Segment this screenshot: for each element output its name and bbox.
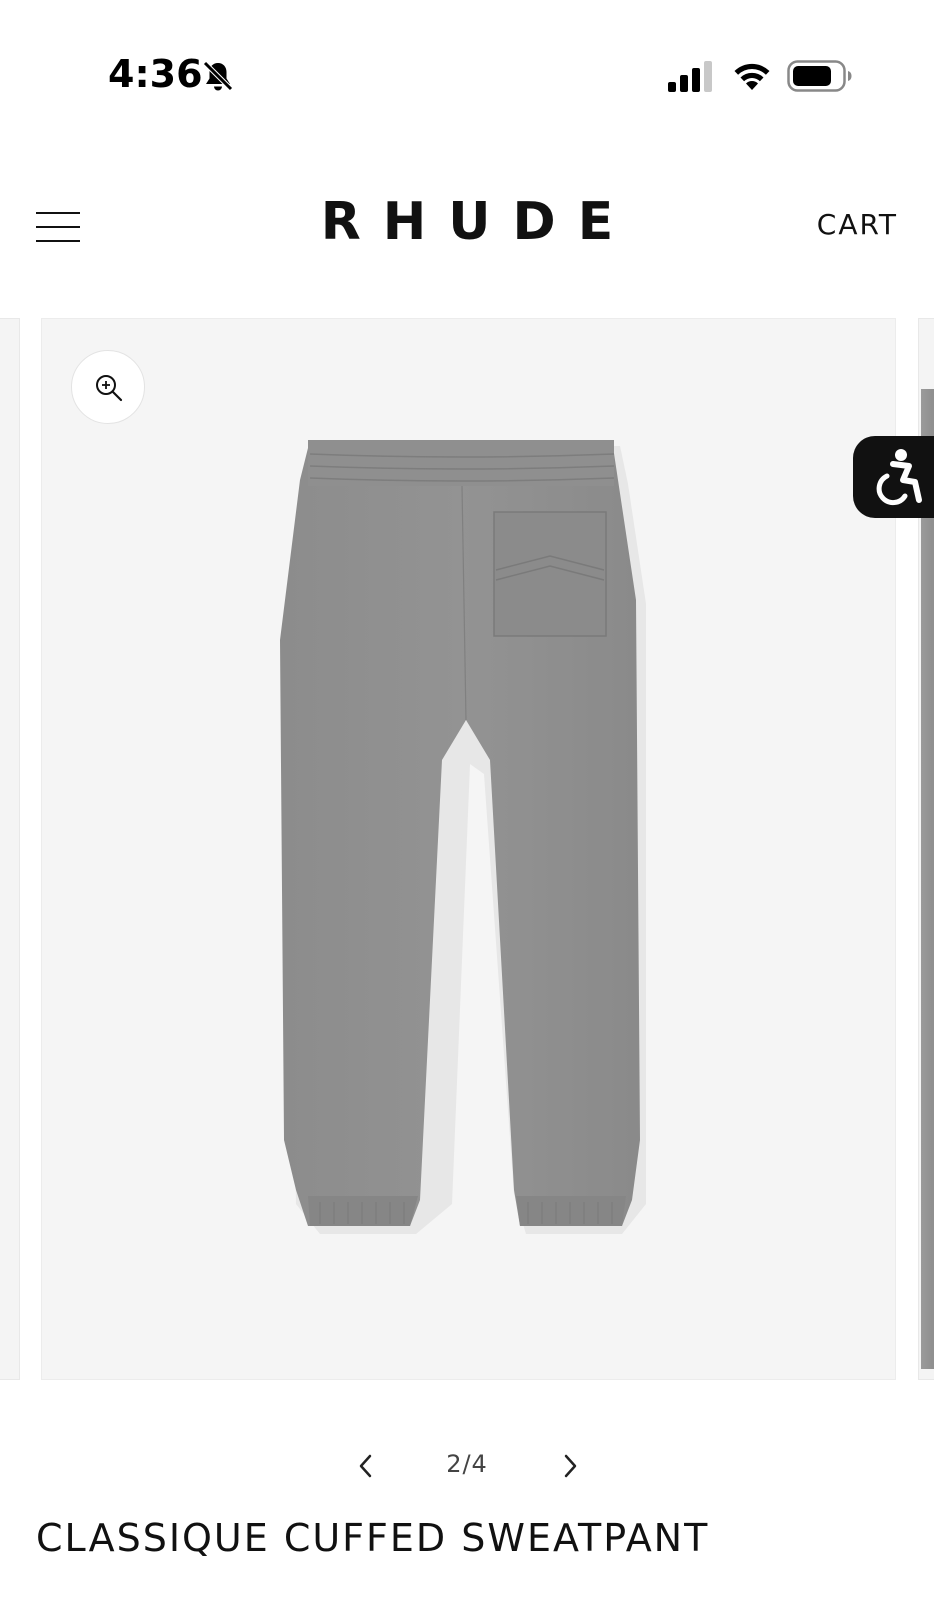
site-header: RHUDE CART <box>0 178 934 274</box>
chevron-left-icon[interactable] <box>352 1450 380 1482</box>
brand-logo[interactable]: RHUDE <box>0 192 934 252</box>
product-title: CLASSIQUE CUFFED SWEATPANT <box>36 1516 710 1560</box>
previous-slide-peek[interactable] <box>0 318 20 1380</box>
status-bar: 4:36 <box>0 0 934 150</box>
accessibility-button[interactable] <box>853 436 934 518</box>
battery-icon <box>787 60 852 92</box>
chevron-right-icon[interactable] <box>556 1450 584 1482</box>
gallery-pager: 2/4 <box>0 1446 934 1486</box>
zoom-in-icon <box>96 375 123 402</box>
pager-count: 2/4 <box>446 1450 488 1478</box>
cart-link[interactable]: CART <box>817 208 898 241</box>
signal-icon <box>668 61 712 92</box>
status-time: 4:36 <box>108 52 203 96</box>
accessibility-icon <box>876 449 922 506</box>
zoom-button[interactable] <box>71 350 145 424</box>
product-image[interactable] <box>270 440 670 1260</box>
wifi-icon <box>734 63 770 90</box>
bell-slash-icon <box>203 61 233 91</box>
